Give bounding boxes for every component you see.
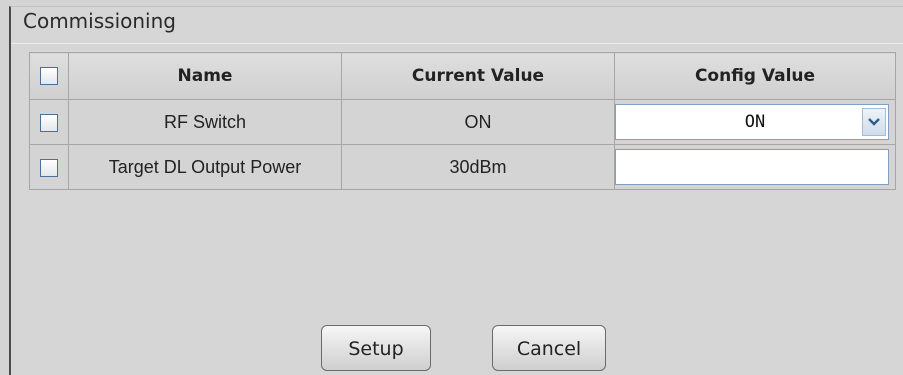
- table-row: Target DL Output Power 30dBm: [29, 144, 896, 190]
- row-current-value: 30dBm: [341, 144, 615, 190]
- row-config-cell: ON: [614, 99, 896, 145]
- header-select-all-cell: [29, 52, 69, 100]
- row-config-cell: [614, 144, 896, 190]
- rf-switch-select[interactable]: ON: [615, 104, 889, 140]
- row-checkbox-cell: [29, 144, 69, 190]
- select-all-checkbox[interactable]: [40, 67, 58, 85]
- commissioning-table: Name Current Value Config Value RF Switc…: [29, 52, 896, 190]
- chevron-down-icon: [868, 118, 880, 126]
- row-name: RF Switch: [68, 99, 342, 145]
- dropdown-arrow-button[interactable]: [862, 108, 886, 136]
- row-checkbox-cell: [29, 99, 69, 145]
- row-checkbox-rf-switch[interactable]: [40, 113, 58, 132]
- target-dl-output-power-input[interactable]: [615, 149, 889, 185]
- panel-title: Commissioning: [23, 9, 176, 33]
- header-current-value[interactable]: Current Value: [341, 52, 615, 100]
- header-name[interactable]: Name: [68, 52, 342, 100]
- row-checkbox-target-dl-output-power[interactable]: [40, 158, 58, 177]
- row-current-value: ON: [341, 99, 615, 145]
- rf-switch-selected-value: ON: [744, 112, 766, 132]
- row-name: Target DL Output Power: [68, 144, 342, 190]
- setup-button[interactable]: Setup: [321, 325, 431, 371]
- title-divider: [11, 43, 903, 44]
- header-config-value[interactable]: Config Value: [614, 52, 896, 100]
- table-row: RF Switch ON ON: [29, 99, 896, 145]
- table-header-row: Name Current Value Config Value: [29, 52, 896, 100]
- cancel-button[interactable]: Cancel: [492, 325, 606, 371]
- commissioning-panel: Commissioning Name Current Value Config …: [9, 6, 903, 375]
